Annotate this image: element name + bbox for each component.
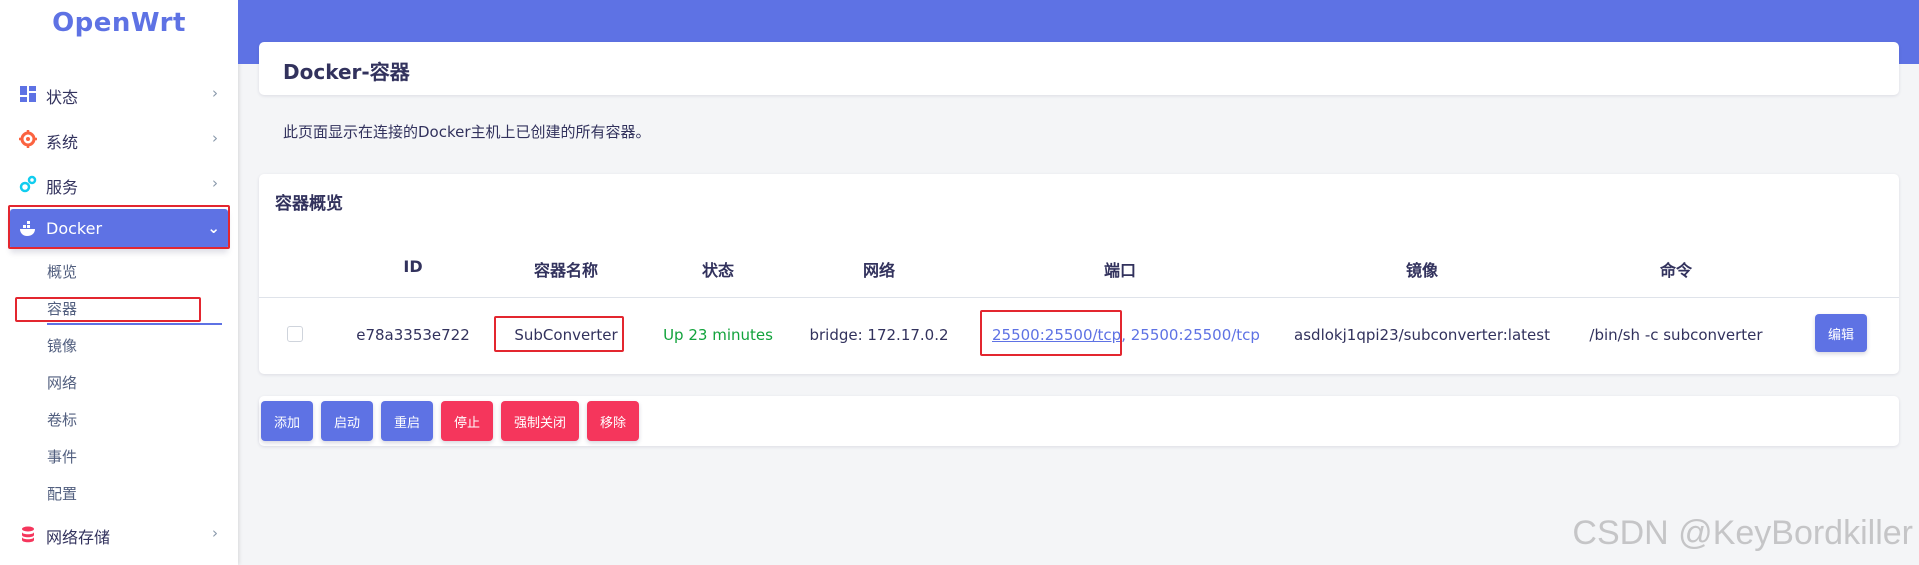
container-image: asdlokj1qpi23/subconverter:latest — [1294, 326, 1550, 344]
sidebar-subitem-images[interactable]: 镜像 — [47, 335, 77, 356]
container-ports: 25500:25500/tcp, 25500:25500/tcp — [992, 326, 1260, 344]
container-network: bridge: 172.17.0.2 — [809, 326, 949, 344]
column-header-ports: 端口 — [1103, 261, 1137, 280]
actions-card: 添加 启动 重启 停止 强制关闭 移除 — [259, 396, 1899, 446]
container-status: Up 23 minutes — [663, 326, 773, 344]
openwrt-logo[interactable]: OpenWrt — [0, 8, 238, 38]
column-header-name: 容器名称 — [533, 261, 599, 280]
column-header-network: 网络 — [862, 261, 896, 280]
watermark: CSDN @KeyBordkiller — [1572, 514, 1913, 552]
sidebar-item-label: 服务 — [46, 178, 79, 197]
sidebar-subitem-containers[interactable]: 容器 — [47, 298, 77, 319]
sidebar-item-system[interactable]: 系统 › — [0, 119, 238, 159]
sidebar: OpenWrt 状态 › 系统 › 服务 › Docker ⌄ 概览 容器 镜像… — [0, 0, 238, 565]
sidebar-item-label: 状态 — [46, 88, 79, 107]
page-title: Docker-容器 — [283, 60, 410, 84]
sidebar-subitem-networks[interactable]: 网络 — [47, 372, 77, 393]
docker-icon — [20, 221, 35, 236]
row-select-checkbox[interactable] — [287, 326, 303, 342]
sidebar-item-services[interactable]: 服务 › — [0, 164, 238, 204]
sidebar-item-label: Docker — [46, 219, 103, 238]
active-subitem-underline — [47, 323, 222, 325]
chevron-right-icon: › — [212, 84, 218, 102]
column-header-id: ID — [403, 257, 423, 276]
chevron-right-icon: › — [212, 174, 218, 192]
sidebar-subitem-overview[interactable]: 概览 — [47, 261, 77, 282]
storage-icon — [22, 526, 34, 543]
stop-button[interactable]: 停止 — [441, 401, 493, 441]
gear-icon — [19, 130, 37, 148]
sidebar-item-label: 系统 — [46, 133, 79, 152]
chevron-right-icon: › — [212, 524, 218, 542]
remove-button[interactable]: 移除 — [587, 401, 639, 441]
port-link[interactable]: 25500:25500/tcp — [992, 326, 1121, 344]
chevron-right-icon: › — [212, 129, 218, 147]
container-command: /bin/sh -c subconverter — [1589, 326, 1763, 344]
sidebar-item-status[interactable]: 状态 › — [0, 74, 238, 114]
chevron-down-icon: ⌄ — [207, 219, 220, 237]
sidebar-subitem-config[interactable]: 配置 — [47, 483, 77, 504]
start-button[interactable]: 启动 — [321, 401, 373, 441]
section-title: 容器概览 — [275, 194, 343, 214]
restart-button[interactable]: 重启 — [381, 401, 433, 441]
column-header-command: 命令 — [1659, 261, 1693, 280]
add-button[interactable]: 添加 — [261, 401, 313, 441]
services-icon — [19, 175, 37, 193]
title-card: Docker-容器 — [259, 42, 1899, 95]
edit-button[interactable]: 编辑 — [1815, 314, 1867, 352]
container-id: e78a3353e722 — [356, 326, 470, 344]
container-name: SubConverter — [514, 326, 618, 344]
column-header-image: 镜像 — [1405, 261, 1439, 280]
table-header-divider — [259, 297, 1899, 298]
sidebar-item-label: 网络存储 — [46, 528, 111, 547]
containers-card: 容器概览 ID 容器名称 状态 网络 端口 镜像 命令 e78a3353e722… — [259, 174, 1899, 374]
column-header-status: 状态 — [701, 261, 735, 280]
sidebar-item-docker[interactable]: Docker ⌄ — [10, 209, 228, 249]
sidebar-subitem-events[interactable]: 事件 — [47, 446, 77, 467]
dashboard-icon — [20, 86, 36, 102]
page-description: 此页面显示在连接的Docker主机上已创建的所有容器。 — [283, 123, 651, 141]
sidebar-item-nas[interactable]: 网络存储 › — [0, 514, 238, 554]
sidebar-subitem-volumes[interactable]: 卷标 — [47, 409, 77, 430]
port-secondary[interactable]: 25500:25500/tcp — [1126, 326, 1260, 344]
kill-button[interactable]: 强制关闭 — [501, 401, 579, 441]
